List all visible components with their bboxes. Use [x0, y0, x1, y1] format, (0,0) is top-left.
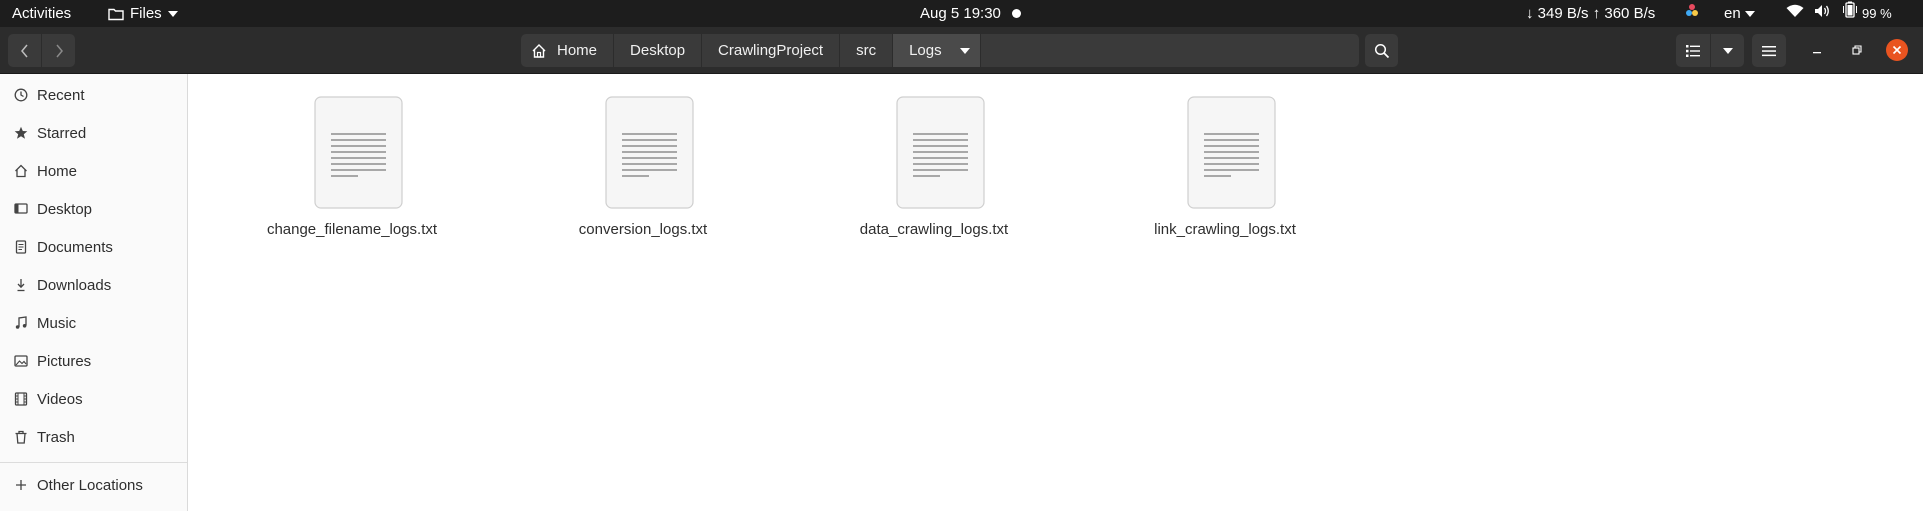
breadcrumb-label: Desktop	[630, 42, 686, 59]
file-item[interactable]: data_crawling_logs.txt	[824, 96, 1044, 238]
trash-icon	[15, 430, 27, 444]
file-name: link_crawling_logs.txt	[1154, 221, 1296, 238]
battery-icon[interactable]	[1843, 0, 1857, 27]
chevron-down-icon	[167, 10, 178, 17]
pictures-icon	[14, 355, 28, 367]
home-icon	[15, 164, 27, 178]
text-file-icon	[1187, 96, 1276, 209]
folder-icon	[108, 8, 124, 20]
network-speed-indicator[interactable]: ↓ 349 B/s ↑ 360 B/s	[1526, 0, 1655, 27]
search-icon	[1374, 43, 1389, 58]
files-header-bar: Home Desktop CrawlingProject src Logs	[0, 27, 1923, 74]
music-icon	[15, 316, 27, 329]
battery-percentage[interactable]: 99 %	[1862, 0, 1892, 27]
sidebar-item-label: Trash	[37, 428, 75, 446]
file-grid-view[interactable]: change_filename_logs.txt conversion_logs…	[189, 74, 1923, 511]
sidebar-item-label: Desktop	[37, 200, 93, 218]
sidebar-item-label: Downloads	[37, 276, 112, 294]
color-picker-icon[interactable]	[1685, 0, 1699, 27]
file-item[interactable]: change_filename_logs.txt	[242, 96, 462, 238]
files-app-menu[interactable]: Files	[108, 0, 178, 27]
sidebar-item-label: Videos	[37, 390, 83, 408]
text-file-icon	[605, 96, 694, 209]
sidebar-item-documents[interactable]: Documents	[0, 230, 187, 264]
list-view-button[interactable]	[1676, 34, 1710, 67]
sidebar-item-downloads[interactable]: Downloads	[0, 268, 187, 302]
minimize-icon	[1813, 52, 1821, 54]
file-name: change_filename_logs.txt	[266, 221, 438, 238]
hamburger-menu-icon	[1762, 45, 1776, 56]
close-button[interactable]	[1886, 39, 1908, 61]
language-label: en	[1724, 5, 1741, 22]
chevron-down-icon	[1744, 10, 1755, 17]
star-icon	[14, 126, 28, 139]
system-top-bar: Activities Files Aug 5 19:30 ↓ 349 B/s ↑…	[0, 0, 1923, 27]
breadcrumb-src[interactable]: src	[840, 34, 894, 67]
video-icon	[14, 392, 28, 406]
sidebar-item-starred[interactable]: Starred	[0, 116, 187, 150]
sidebar-item-videos[interactable]: Videos	[0, 382, 187, 416]
file-item[interactable]: conversion_logs.txt	[533, 96, 753, 238]
chevron-right-icon	[55, 44, 63, 57]
file-name: data_crawling_logs.txt	[859, 221, 1009, 238]
language-selector[interactable]: en	[1724, 0, 1755, 27]
sidebar-item-music[interactable]: Music	[0, 306, 187, 340]
sidebar-item-desktop[interactable]: Desktop	[0, 192, 187, 226]
close-icon	[1892, 45, 1902, 55]
chevron-down-icon[interactable]	[959, 47, 970, 54]
sidebar-item-trash[interactable]: Trash	[0, 420, 187, 454]
back-button[interactable]	[8, 34, 41, 67]
sidebar-item-label: Starred	[37, 124, 87, 142]
breadcrumb-home[interactable]: Home	[521, 34, 615, 67]
forward-button[interactable]	[42, 34, 75, 67]
home-icon	[532, 43, 546, 58]
list-view-icon	[1686, 44, 1700, 57]
breadcrumb-desktop[interactable]: Desktop	[614, 34, 703, 67]
view-options-button[interactable]	[1711, 34, 1744, 67]
sidebar-divider	[0, 462, 187, 463]
places-sidebar: Recent Starred Home Desktop Documents Do…	[0, 74, 188, 511]
sidebar-item-pictures[interactable]: Pictures	[0, 344, 187, 378]
sidebar-item-label: Other Locations	[37, 476, 143, 494]
chevron-left-icon	[20, 44, 28, 57]
clock-icon	[14, 88, 28, 102]
breadcrumb-label: CrawlingProject	[718, 42, 824, 59]
restore-icon	[1852, 45, 1862, 55]
breadcrumb-label: src	[856, 42, 877, 59]
restore-button[interactable]	[1846, 39, 1868, 61]
chevron-down-icon	[1722, 47, 1733, 54]
minimize-button[interactable]	[1806, 39, 1828, 61]
sidebar-item-home[interactable]: Home	[0, 154, 187, 188]
breadcrumb-label: Logs	[909, 42, 942, 59]
breadcrumb-crawlingproject[interactable]: CrawlingProject	[702, 34, 841, 67]
search-button[interactable]	[1365, 34, 1398, 67]
download-icon	[17, 279, 25, 292]
files-menu-label: Files	[130, 5, 162, 22]
file-item[interactable]: link_crawling_logs.txt	[1115, 96, 1335, 238]
plus-icon	[16, 480, 26, 490]
main-menu-button[interactable]	[1752, 34, 1786, 67]
document-icon	[15, 240, 27, 254]
breadcrumb-logs[interactable]: Logs	[893, 34, 981, 67]
clock[interactable]: Aug 5 19:30	[920, 0, 1001, 27]
desktop-icon	[14, 203, 28, 214]
text-file-icon	[896, 96, 985, 209]
notification-dot-icon	[1012, 9, 1021, 18]
sidebar-item-label: Documents	[37, 238, 113, 256]
wifi-icon[interactable]	[1786, 0, 1804, 27]
sidebar-item-other-locations[interactable]: Other Locations	[0, 468, 187, 502]
sidebar-item-label: Music	[37, 314, 77, 332]
file-name: conversion_logs.txt	[578, 221, 708, 238]
path-bar: Home Desktop CrawlingProject src Logs	[521, 34, 1359, 67]
volume-icon[interactable]	[1814, 0, 1830, 27]
sidebar-item-label: Recent	[37, 86, 85, 104]
activities-button[interactable]: Activities	[12, 0, 71, 27]
sidebar-item-label: Home	[37, 162, 78, 180]
breadcrumb-label: Home	[557, 42, 598, 59]
text-file-icon	[314, 96, 403, 209]
sidebar-item-label: Pictures	[37, 352, 92, 370]
sidebar-item-recent[interactable]: Recent	[0, 78, 187, 112]
